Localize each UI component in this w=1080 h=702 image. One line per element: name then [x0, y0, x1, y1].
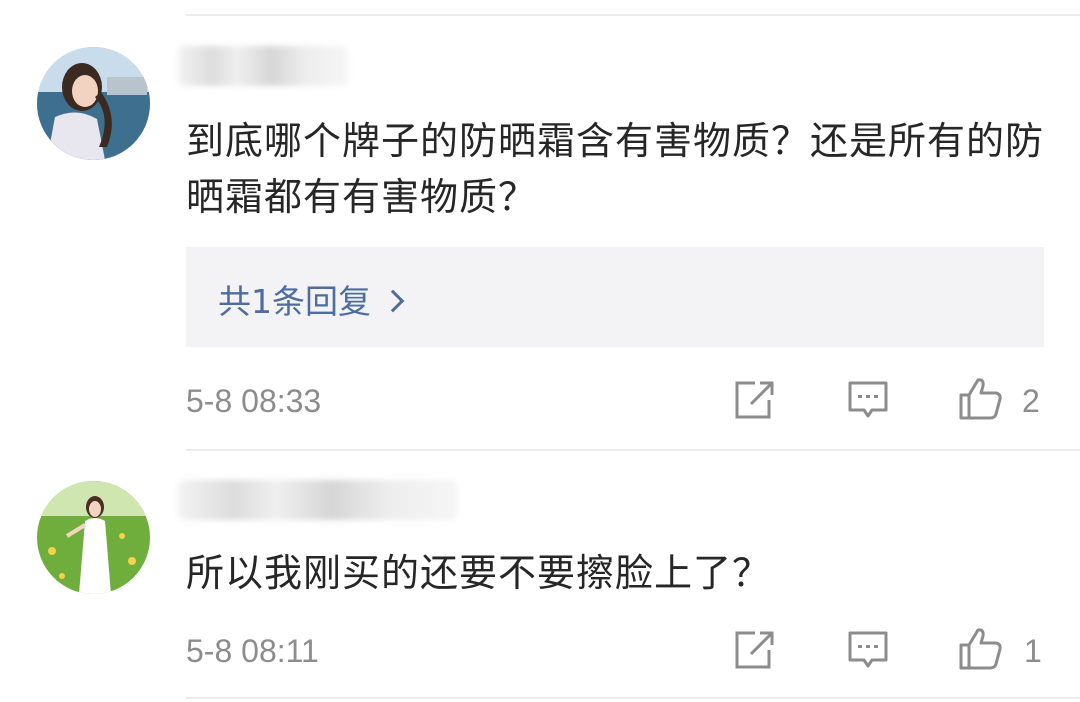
comment-time: 5-8 08:11: [186, 633, 319, 669]
username[interactable]: [178, 480, 458, 520]
avatar[interactable]: [37, 47, 150, 160]
like-button[interactable]: [958, 627, 1004, 675]
view-replies-link[interactable]: 共1条回复: [218, 275, 405, 323]
chevron-right-icon: [381, 289, 405, 313]
comment-button[interactable]: [847, 630, 889, 674]
like-button[interactable]: [958, 377, 1004, 425]
share-button[interactable]: [733, 630, 775, 674]
share-icon: [735, 631, 774, 669]
bottom-divider: [186, 697, 1080, 699]
comment-text: 到底哪个牌子的防晒霜含有害物质？还是所有的防晒霜都有有害物质？: [186, 119, 1045, 219]
like-icon: [959, 378, 1002, 420]
comment-item: 到底哪个牌子的防晒霜含有害物质？还是所有的防晒霜都有有害物质？ 共1条回复 5-…: [0, 0, 1080, 450]
reply-preview[interactable]: 共1条回复: [186, 247, 1044, 347]
share-icon: [735, 381, 774, 419]
comment-time: 5-8 08:33: [186, 383, 322, 419]
username[interactable]: [178, 46, 348, 86]
comment-button[interactable]: [847, 380, 889, 424]
avatar[interactable]: [37, 481, 150, 594]
comment-icon: [848, 381, 888, 418]
share-button[interactable]: [733, 380, 775, 424]
like-count: 2: [1022, 383, 1040, 419]
comment-icon: [848, 631, 888, 668]
like-icon: [959, 628, 1002, 670]
comment-item: 所以我刚买的还要不要擦脸上了？ 5-8 08:11 1: [0, 450, 1080, 702]
like-count: 1: [1024, 633, 1042, 669]
comment-text: 所以我刚买的还要不要擦脸上了？: [186, 551, 772, 595]
